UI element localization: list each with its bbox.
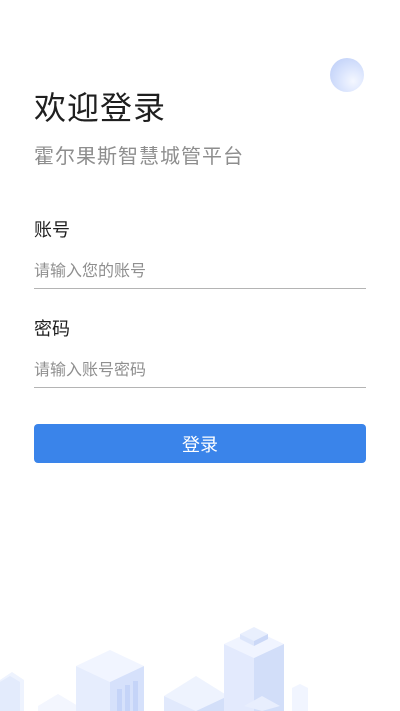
page-subtitle: 霍尔果斯智慧城管平台 <box>34 144 244 168</box>
account-input[interactable] <box>34 253 366 289</box>
account-label: 账号 <box>34 220 70 241</box>
city-skyline-illustration <box>0 627 308 711</box>
decorative-orb <box>330 58 364 92</box>
login-button[interactable]: 登录 <box>34 424 366 463</box>
login-page: 欢迎登录 霍尔果斯智慧城管平台 账号 密码 登录 <box>0 0 400 711</box>
password-input[interactable] <box>34 352 366 388</box>
page-title: 欢迎登录 <box>34 89 167 127</box>
password-label: 密码 <box>34 319 70 340</box>
